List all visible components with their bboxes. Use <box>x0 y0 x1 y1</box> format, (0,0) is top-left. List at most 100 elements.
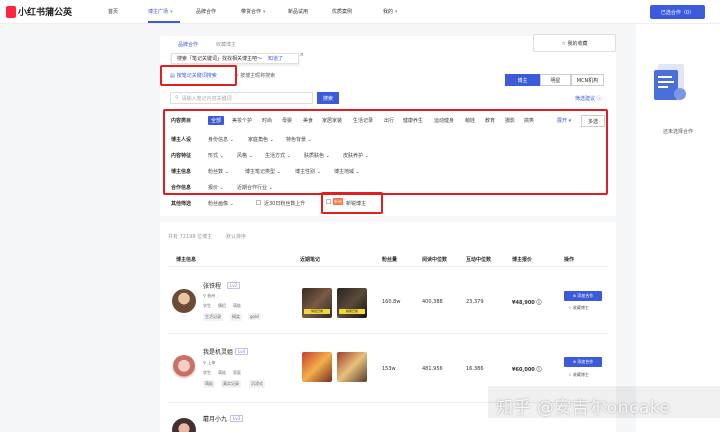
close-icon[interactable]: × <box>300 52 304 58</box>
search-button[interactable]: 搜索 <box>317 92 339 104</box>
save-blogger-button[interactable]: ☆ 收藏博主 <box>568 305 589 311</box>
save-blogger-button[interactable]: ☆ 收藏博主 <box>568 372 589 378</box>
note-thumbnail[interactable]: 搞笑日常 <box>337 288 367 318</box>
search-mode-keyword[interactable]: ▤ 按笔记关键词搜索 <box>170 72 217 80</box>
search-mode-nickname[interactable]: ⚇ 按博主昵称搜索 <box>234 72 275 79</box>
chevron-down-icon: ▾ <box>395 9 398 15</box>
my-favorites-button[interactable]: ☆ 我的收藏 <box>533 34 616 52</box>
thumbnail-caption: 搞笑日常 <box>339 309 365 314</box>
tag: 家庭 <box>233 370 241 375</box>
chip-health[interactable]: 健康养生 <box>403 117 423 124</box>
multi-select-button[interactable]: 多选 <box>581 115 605 127</box>
add-coop-button[interactable]: ⊕ 添加合作 <box>564 357 602 367</box>
dropdown-skin[interactable]: 肤质肤色 ⌄ <box>304 152 330 159</box>
content-tag: 生活记录 <box>203 313 223 321</box>
segment-blogger[interactable]: 博主 <box>505 74 540 86</box>
nav-brand-coop[interactable]: 品牌合作 <box>196 8 216 15</box>
segment-mcn[interactable]: MCN机构 <box>571 74 604 86</box>
filter-label-persona: 博主人设 <box>171 137 192 143</box>
tab-saved-bloggers[interactable]: 收藏博主 <box>216 41 236 48</box>
nav-cases[interactable]: 优质案例 <box>332 8 352 15</box>
dropdown-industry[interactable]: 近期合作行业 ⌄ <box>237 184 273 191</box>
col-header-fans[interactable]: 粉丝量 <box>382 256 397 263</box>
chip-food[interactable]: 美食 <box>303 117 313 124</box>
label-new-blogger: 新锐博主 <box>346 201 367 207</box>
dropdown-fan-profile[interactable]: 粉丝画像 ⌄ <box>208 200 234 207</box>
add-coop-button[interactable]: ⊕ 添加合作 <box>564 291 602 301</box>
dropdown-skincare[interactable]: 皮肤养护 ⌄ <box>343 152 369 159</box>
nav-goods-coop[interactable]: 带货合作 ▾ <box>241 8 266 15</box>
chip-kids[interactable]: 萌娃 <box>465 117 475 124</box>
dropdown-format[interactable]: 形式 ⌄ <box>208 152 224 159</box>
logo-icon <box>6 5 16 18</box>
dropdown-family-role[interactable]: 家庭角色 ⌄ <box>248 136 274 143</box>
search-input[interactable]: ⚲ 请输入笔记内容关键词 <box>170 92 313 104</box>
interact-median: 16,386 <box>466 366 484 372</box>
chip-travel[interactable]: 出行 <box>384 117 394 124</box>
chip-fashion[interactable]: 时尚 <box>262 117 272 124</box>
tooltip-text: 搜索「笔记关键词」找找相关博主吧～ <box>177 56 263 62</box>
filter-label-coop: 合作信息 <box>171 185 192 191</box>
chip-sports[interactable]: 运动健身 <box>434 117 454 124</box>
col-header-info: 博主信息 <box>176 257 197 263</box>
blogger-name[interactable]: 张铁程 <box>203 281 221 290</box>
col-header-price[interactable]: 博主报价 <box>512 256 532 263</box>
level-badge: Lv3 <box>230 415 244 422</box>
dropdown-note-type[interactable]: 博主笔记类型 ⌄ <box>245 168 281 175</box>
dropdown-region[interactable]: 博主地域 ⌄ <box>334 168 360 175</box>
dropdown-background[interactable]: 特色背景 ⌄ <box>286 136 312 143</box>
blogger-name[interactable]: 蘑月小九 <box>203 414 227 423</box>
tab-brand-coop[interactable]: 品牌合作 <box>178 41 198 48</box>
avatar[interactable] <box>172 289 196 313</box>
filter-label-category: 内容类目 <box>171 118 192 124</box>
new-badge: 新锐 <box>333 198 343 205</box>
expand-toggle[interactable]: 展开 ▾ <box>557 117 571 124</box>
tooltip-dismiss-link[interactable]: 知道了 <box>268 55 283 62</box>
chip-beauty[interactable]: 美妆个护 <box>232 117 252 124</box>
divider <box>168 266 608 267</box>
chip-life[interactable]: 生活记录 <box>353 117 373 124</box>
dropdown-lifestyle[interactable]: 生活方式 ⌄ <box>265 152 291 159</box>
avatar[interactable] <box>172 355 196 379</box>
filter-label-feature: 内容特征 <box>171 153 192 159</box>
note-thumbnail[interactable] <box>337 352 367 382</box>
dropdown-gender[interactable]: 博主性别 ⌄ <box>295 168 321 175</box>
filter-label-other: 其他筛选 <box>171 201 192 207</box>
selected-coop-button[interactable]: 已选合作（0） <box>650 5 705 19</box>
nav-home[interactable]: 首页 <box>108 8 118 15</box>
chip-photo[interactable]: 摄影 <box>505 117 515 124</box>
divider <box>168 333 608 334</box>
dropdown-style[interactable]: 风格 ⌄ <box>237 152 253 159</box>
interact-median: 23,379 <box>466 299 484 305</box>
filter-tips-link[interactable]: 筛选建议 ⓘ <box>575 95 602 102</box>
result-count: 共有 72198 位博主 <box>168 234 213 240</box>
app-logo[interactable]: 小红书蒲公英 <box>6 5 72 18</box>
chip-funny[interactable]: 搞笑 <box>524 117 534 124</box>
col-header-actions: 操作 <box>564 257 575 263</box>
nav-new-trial[interactable]: 新品试用 <box>288 8 308 15</box>
note-thumbnail[interactable]: 情侣日常 <box>302 288 332 318</box>
chip-education[interactable]: 教育 <box>485 117 495 124</box>
fans-count: 153w <box>382 366 396 372</box>
col-header-interact[interactable]: 互动中位数 <box>466 256 491 263</box>
filter-label-info: 博主信息 <box>171 169 192 175</box>
dropdown-price[interactable]: 报价 ⌄ <box>208 184 224 191</box>
checkbox-fans-rising[interactable] <box>256 200 261 205</box>
note-thumbnail[interactable] <box>302 352 332 382</box>
col-header-read[interactable]: 阅读中位数 <box>422 256 447 263</box>
sort-dropdown[interactable]: 默认排序 <box>226 233 246 240</box>
dropdown-identity[interactable]: 身份信息 ⌄ <box>208 136 234 143</box>
chip-home[interactable]: 家居家装 <box>322 117 342 124</box>
dropdown-fans[interactable]: 粉丝数 ⌄ <box>208 168 229 175</box>
chip-baby[interactable]: 母婴 <box>282 117 292 124</box>
checkbox-new-blogger[interactable] <box>326 199 331 204</box>
price: ¥60,000 ⓘ <box>512 367 542 373</box>
blogger-name[interactable]: 我是机灵姐 <box>203 347 233 356</box>
chip-all[interactable]: 全部 <box>208 116 225 125</box>
nav-blogger-square[interactable]: 博主广场 ▾ <box>148 8 173 15</box>
location: ⚲ 杭州 <box>203 293 216 298</box>
content-tag: 沉浸式 <box>249 380 265 388</box>
nav-mine[interactable]: 我的 ▾ <box>383 8 398 15</box>
watermark: 知乎 @安吉尔oncake <box>496 398 671 418</box>
segment-star[interactable]: 明星 <box>540 74 571 86</box>
